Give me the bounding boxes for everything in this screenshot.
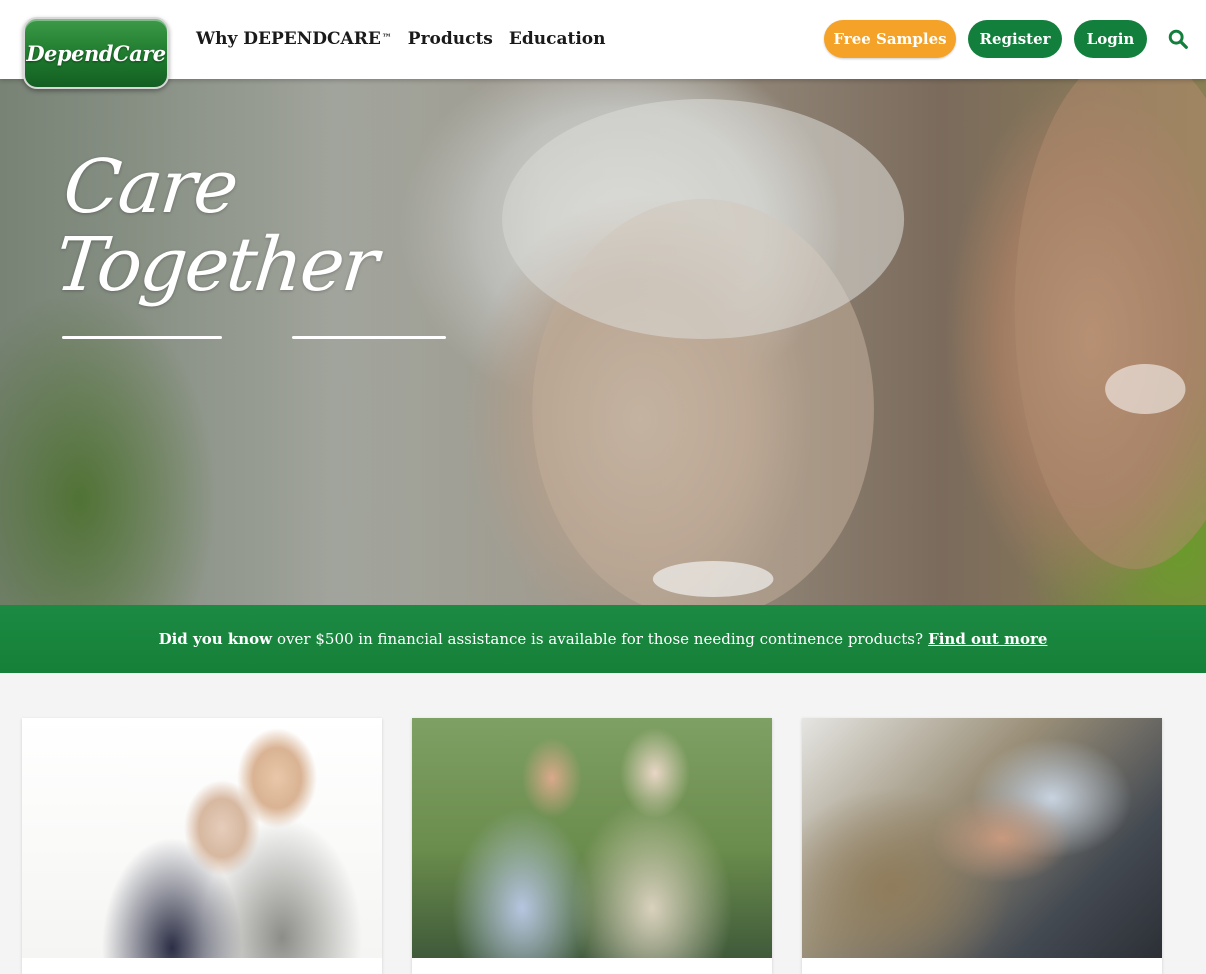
login-button[interactable]: Login [1074,20,1147,58]
card-image-caregiver-park-bench [412,718,772,958]
banner-text: over $500 in financial assistance is ava… [277,630,924,648]
hero-title-underline-left [62,336,222,339]
logo-text: DependCare [26,40,166,66]
feature-card[interactable] [22,718,382,974]
find-out-more-link[interactable]: Find out more [928,630,1047,648]
feature-card[interactable] [802,718,1162,974]
hero-title-underline-right [292,336,446,339]
free-samples-button[interactable]: Free Samples [824,20,956,58]
hero-section: Care Together [0,79,1206,605]
trademark-mark: ™ [381,33,392,44]
main-nav: Why DEPENDCARE™ Products Education [196,28,605,50]
search-icon[interactable] [1167,28,1189,50]
nav-why-dependcare[interactable]: Why DEPENDCARE™ [196,28,392,50]
site-header: DependCare Why DEPENDCARE™ Products Educ… [0,0,1206,89]
header-actions: Free Samples Register Login [824,20,1189,58]
feature-cards [22,718,1162,974]
hero-title: Care Together [51,144,381,308]
financial-assistance-banner: Did you know over $500 in financial assi… [0,605,1206,673]
banner-bold-text: Did you know [158,630,273,648]
nav-education[interactable]: Education [509,28,606,50]
feature-card[interactable] [412,718,772,974]
nav-why-dependcare-label: Why DEPENDCARE [196,29,381,49]
dependcare-logo[interactable]: DependCare [23,17,169,89]
card-image-caregiver-hug [22,718,382,958]
register-button[interactable]: Register [968,20,1062,58]
nav-products[interactable]: Products [408,28,493,50]
card-image-holding-hands [802,718,1162,958]
